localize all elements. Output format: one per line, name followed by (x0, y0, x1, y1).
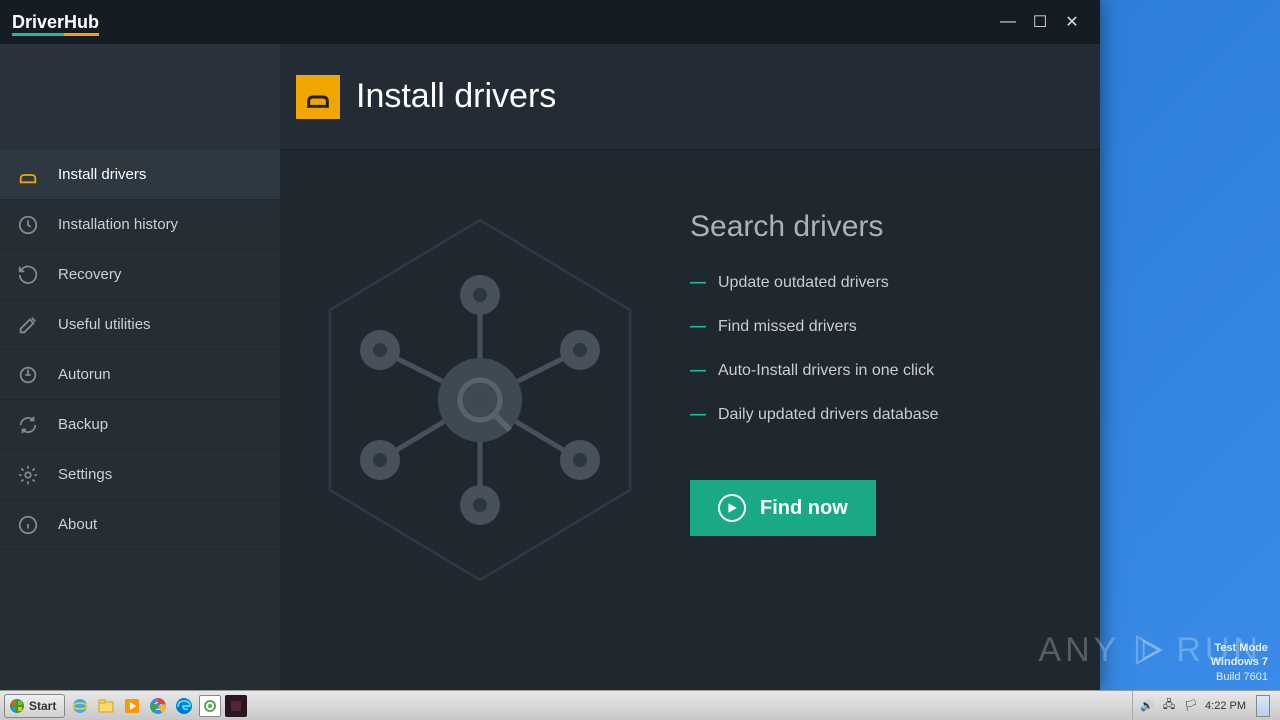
play-icon (718, 494, 746, 522)
refresh-icon (16, 413, 40, 437)
app-logo: DriverHub (12, 12, 99, 33)
sidebar-item-install-drivers[interactable]: Install drivers (0, 150, 280, 200)
clock[interactable]: 4:22 PM (1205, 700, 1246, 712)
power-icon (16, 363, 40, 387)
section-title: Search drivers (690, 210, 1070, 244)
sidebar-item-label: Useful utilities (58, 316, 151, 333)
sidebar-item-settings[interactable]: Settings (0, 450, 280, 500)
sidebar-item-autorun[interactable]: Autorun (0, 350, 280, 400)
history-icon (16, 263, 40, 287)
titlebar[interactable]: DriverHub — ☐ ✕ (0, 0, 1100, 44)
find-now-button[interactable]: Find now (690, 480, 876, 536)
info-icon (16, 513, 40, 537)
sidebar-item-label: Installation history (58, 216, 178, 233)
close-button[interactable]: ✕ (1056, 6, 1088, 38)
taskbar-explorer-icon[interactable] (95, 695, 117, 717)
sidebar-item-about[interactable]: About (0, 500, 280, 550)
maximize-button[interactable]: ☐ (1024, 6, 1056, 38)
taskbar-media-icon[interactable] (121, 695, 143, 717)
taskbar-ie-icon[interactable] (69, 695, 91, 717)
drivers-network-graphic (310, 200, 650, 620)
show-desktop-button[interactable] (1256, 695, 1270, 717)
sidebar-item-label: Recovery (58, 266, 121, 283)
sidebar-item-label: Install drivers (58, 166, 146, 183)
desktop-watermark: Test Mode Windows 7 Build 7601 (1211, 641, 1268, 684)
sidebar-item-installation-history[interactable]: Installation history (0, 200, 280, 250)
network-icon[interactable]: 🖧 (1161, 698, 1177, 714)
clock-icon (16, 213, 40, 237)
sidebar-item-label: About (58, 516, 97, 533)
sidebar-item-label: Autorun (58, 366, 111, 383)
taskbar-edge-icon[interactable] (173, 695, 195, 717)
sidebar-item-label: Settings (58, 466, 112, 483)
sidebar-item-backup[interactable]: Backup (0, 400, 280, 450)
main-panel: Install drivers (280, 44, 1100, 690)
start-button[interactable]: Start (4, 694, 65, 718)
gear-icon (16, 463, 40, 487)
page-title: Install drivers (356, 77, 556, 116)
taskbar-chrome-icon[interactable] (147, 695, 169, 717)
sidebar: Install drivers Installation history Rec… (0, 44, 280, 690)
main-header: Install drivers (280, 44, 1100, 150)
tools-icon (16, 313, 40, 337)
install-icon (296, 75, 340, 119)
volume-icon[interactable]: 🔊 (1139, 698, 1155, 714)
sidebar-item-label: Backup (58, 416, 108, 433)
minimize-button[interactable]: — (992, 6, 1024, 38)
feature-item: —Daily updated drivers database (690, 406, 1070, 424)
sidebar-item-useful-utilities[interactable]: Useful utilities (0, 300, 280, 350)
sidebar-item-recovery[interactable]: Recovery (0, 250, 280, 300)
system-tray[interactable]: 🔊 🖧 🏳 4:22 PM (1132, 691, 1276, 720)
flag-icon[interactable]: 🏳 (1183, 698, 1199, 714)
install-icon (16, 163, 40, 187)
feature-item: —Auto-Install drivers in one click (690, 362, 1070, 380)
app-window: DriverHub — ☐ ✕ Install drivers Installa… (0, 0, 1100, 690)
taskbar-driverhub-icon[interactable] (225, 695, 247, 717)
taskbar[interactable]: Start 🔊 🖧 🏳 4:22 PM (0, 690, 1280, 720)
feature-item: —Find missed drivers (690, 318, 1070, 336)
taskbar-app-icon[interactable] (199, 695, 221, 717)
feature-item: —Update outdated drivers (690, 274, 1070, 292)
